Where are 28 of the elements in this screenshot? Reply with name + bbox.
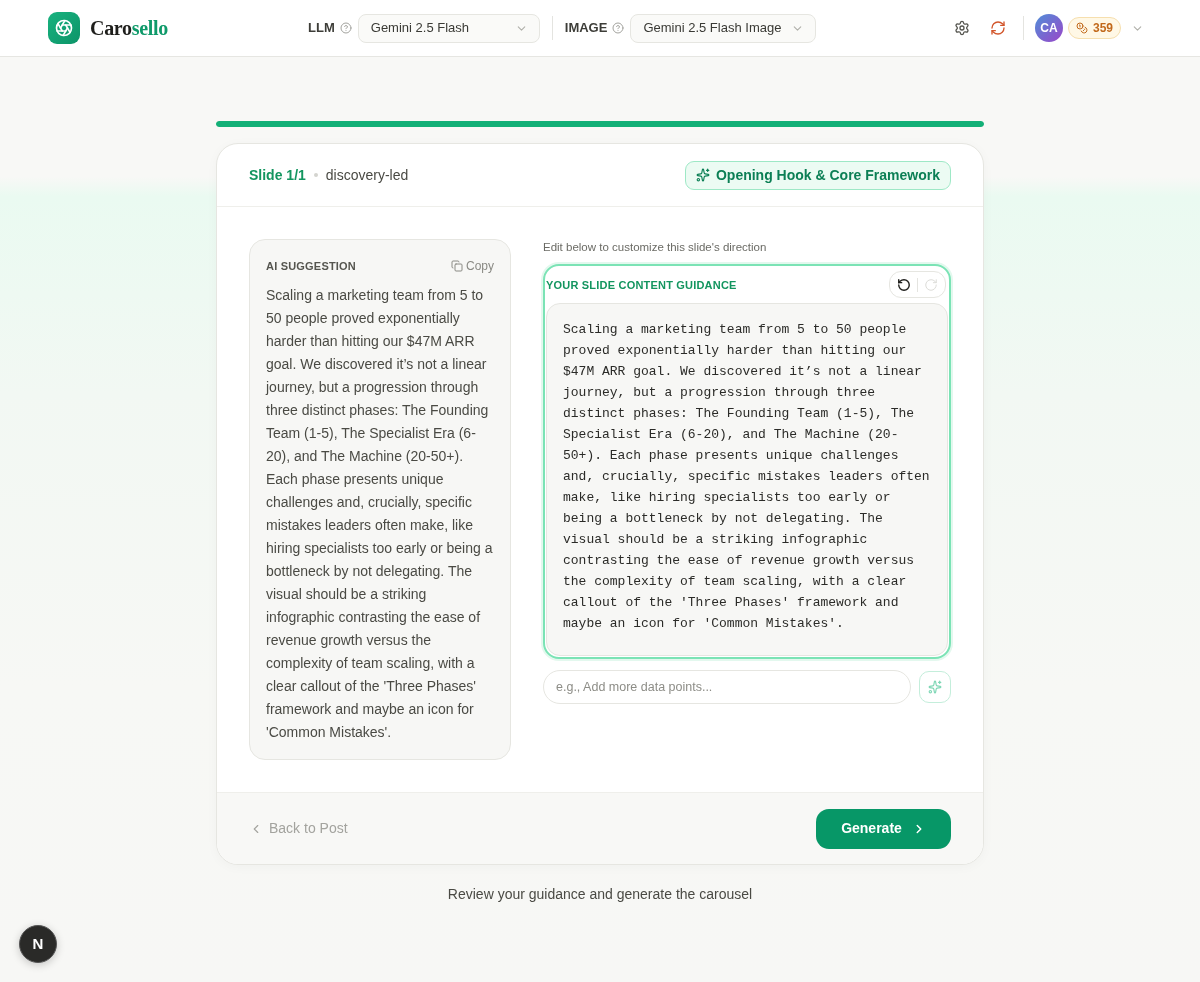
- slide-type: discovery-led: [325, 165, 409, 185]
- model-select[interactable]: Gemini 2.5 Flash: [357, 13, 540, 43]
- refresh-icon: [989, 20, 1006, 36]
- footnote: Review your guidance and generate the carousel: [446, 885, 754, 904]
- sparkle-icon: [928, 680, 942, 695]
- coins-icon: [1075, 22, 1088, 34]
- generate-button[interactable]: Generate: [816, 808, 951, 849]
- suggestion-text: Scaling a marketing team from 5 to 50 people proved exponentially harder than hitting our $47M ARR goal. We discovered it’s not a linear journey, but a progression through three distinct phases: The Founding Team (1-5), The Specialist Era (6-20), and The Machine (20-50+). Each phase presents unique challenges and, crucially, specific mistakes leaders often make, like hiring specialists too early or being a bottleneck by not delegating. The visual should be a striking infographic contrasting the ease of revenue growth versus the complexity of team scaling, with a clear callout of the 'Three Phases' framework and maybe an icon for 'Common Mistakes'.: [266, 286, 494, 742]
- select-label: LLM: [308, 19, 335, 38]
- section-badge: Opening Hook & Core Framework: [684, 160, 951, 190]
- slide-counter: Slide 1/1: [249, 165, 306, 185]
- copy-icon: [451, 260, 463, 272]
- dev-badge[interactable]: N: [19, 925, 57, 963]
- help-icon: [612, 22, 625, 34]
- select-label: IMAGE: [564, 19, 608, 38]
- settings-icon: [953, 20, 970, 36]
- panel-title: AI SUGGESTION: [266, 258, 356, 274]
- credits-badge: 359: [1067, 17, 1121, 39]
- help-icon: [339, 22, 352, 34]
- guidance-textarea[interactable]: Scaling a marketing team from 5 to 50 people proved exponentially harder than hitting our $47M ARR goal. We discovered it’s not a linear journey, but a progression through three distinct phases: The Founding Team (1-5), The Specialist Era (6-20), and The Machine (20-50+). Each phase presents unique challenges and, crucially, specific mistakes leaders often make, like hiring specialists too early or being a bottleneck by not delegating. The visual should be a striking infographic contrasting the ease of revenue growth versus the complexity of team scaling, with a clear callout of the 'Three Phases' framework and maybe an icon for 'Common Mistakes'.: [546, 303, 948, 657]
- refine-input[interactable]: e.g., Add more data points...: [543, 670, 911, 705]
- sparkle-icon: [695, 168, 710, 182]
- logo-icon: [48, 12, 80, 44]
- brand-name: Carosello: [90, 16, 169, 41]
- edit-hint: Edit below to customize this slide's direction: [543, 240, 768, 255]
- model-select[interactable]: Gemini 2.5 Flash Image: [630, 13, 817, 43]
- user-avatar[interactable]: CA: [1034, 14, 1063, 42]
- guidance-title: YOUR SLIDE CONTENT GUIDANCE: [546, 277, 737, 293]
